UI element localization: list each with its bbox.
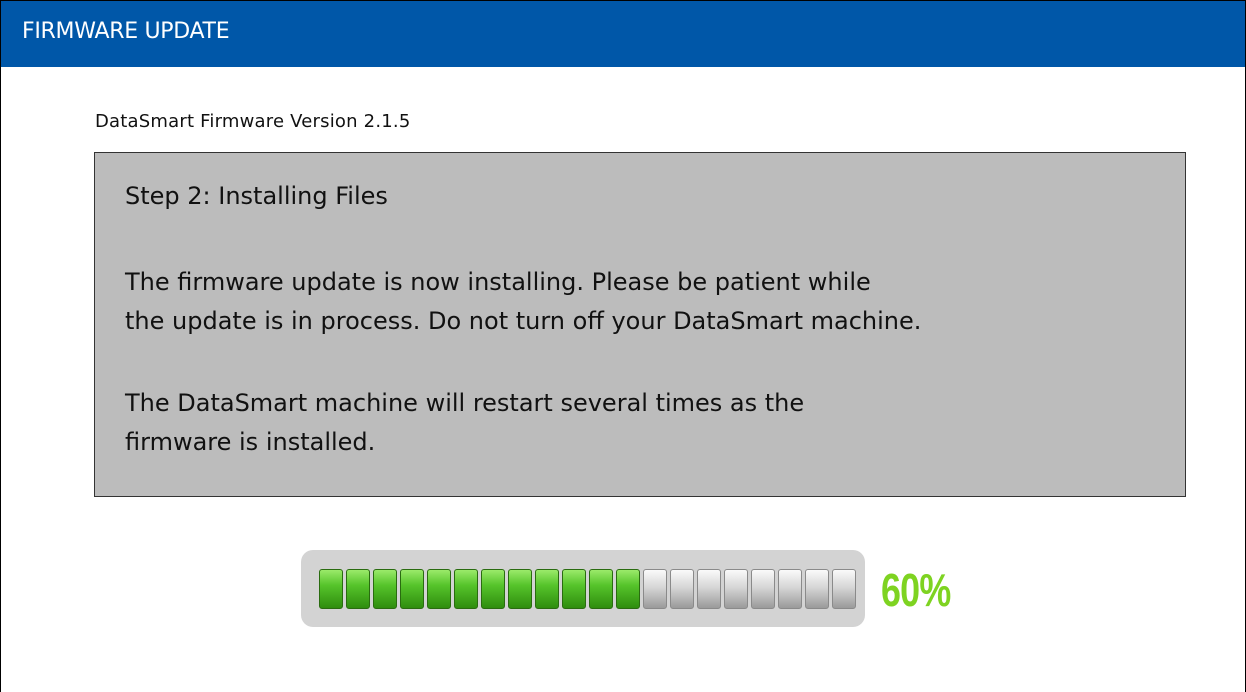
progress-segment-filled [319,569,343,609]
installing-message-line-2: the update is in process. Do not turn of… [125,307,922,335]
restart-notice-line-2: firmware is installed. [125,428,376,456]
progress-segment-filled [589,569,613,609]
progress-segment-empty [697,569,721,609]
progress-segment-empty [778,569,802,609]
progress-segment-empty [805,569,829,609]
progress-segment-filled [481,569,505,609]
installing-message: The firmware update is now installing. P… [125,263,921,341]
window-title: FIRMWARE UPDATE [22,19,230,44]
progress-segments [319,569,856,609]
progress-segment-filled [346,569,370,609]
restart-notice: The DataSmart machine will restart sever… [125,384,804,462]
restart-notice-line-1: The DataSmart machine will restart sever… [125,389,805,417]
step-title: Step 2: Installing Files [125,182,388,210]
title-bar: FIRMWARE UPDATE [1,0,1245,67]
firmware-version-label: DataSmart Firmware Version 2.1.5 [95,111,411,132]
progress-segment-filled [508,569,532,609]
progress-segment-empty [751,569,775,609]
progress-bar [301,550,865,627]
progress-segment-filled [535,569,559,609]
progress-segment-empty [724,569,748,609]
progress-segment-filled [373,569,397,609]
step-info-panel: Step 2: Installing Files The firmware up… [94,152,1186,497]
firmware-update-window: FIRMWARE UPDATE DataSmart Firmware Versi… [0,0,1246,692]
progress-segment-filled [427,569,451,609]
progress-segment-empty [832,569,856,609]
installing-message-line-1: The firmware update is now installing. P… [125,268,871,296]
progress-percent-label: 60% [881,564,951,616]
progress-segment-filled [454,569,478,609]
progress-segment-filled [562,569,586,609]
progress-segment-filled [616,569,640,609]
progress-segment-empty [670,569,694,609]
progress-segment-empty [643,569,667,609]
progress-segment-filled [400,569,424,609]
